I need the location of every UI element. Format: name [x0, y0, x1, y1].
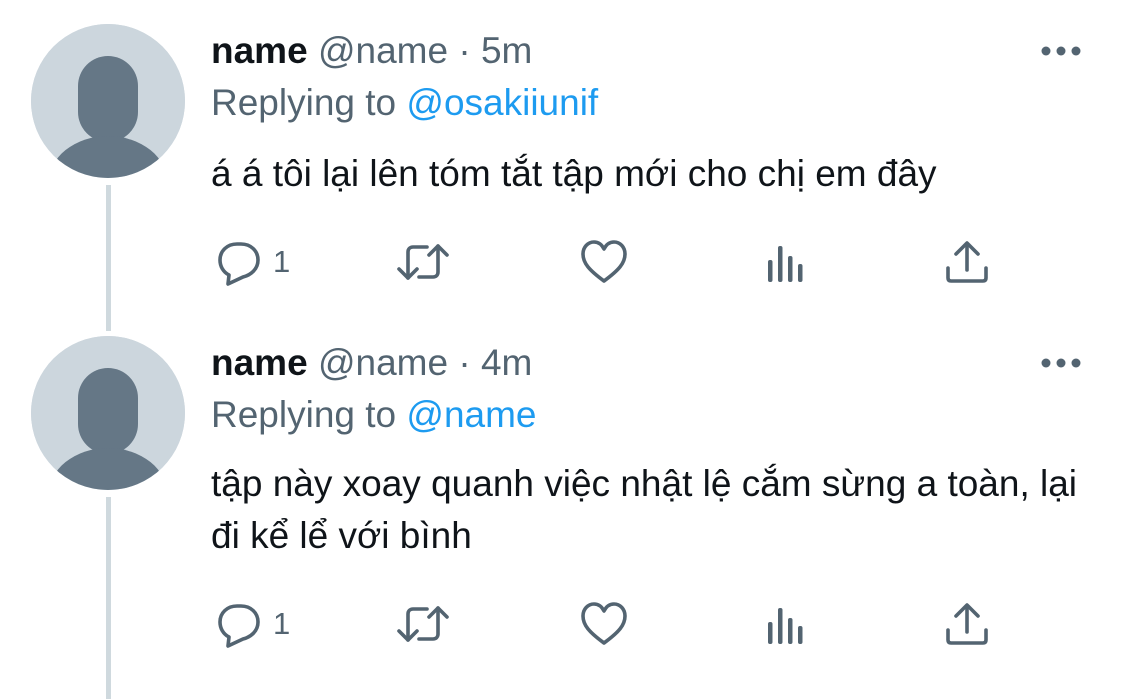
reply-button[interactable]: 1 [215, 599, 290, 649]
tweet[interactable]: name @name · 4m Replying to @name tập nà… [0, 330, 1125, 699]
reply-count: 1 [273, 244, 291, 279]
mention-link[interactable]: @name [406, 394, 536, 435]
reply-button[interactable]: 1 [215, 237, 290, 287]
tweet-header: name @name · 4m [211, 340, 532, 386]
tweet[interactable]: name @name · 5m Replying to @osakiiunif … [0, 0, 1125, 330]
share-button[interactable] [944, 237, 990, 287]
retweet-icon [397, 244, 449, 280]
tweet-header: name @name · 5m [211, 28, 532, 74]
reply-icon [218, 242, 260, 286]
more-button[interactable] [1040, 353, 1082, 373]
retweet-icon [397, 606, 449, 642]
separator-dot: · [458, 30, 471, 71]
separator-dot: · [458, 342, 471, 383]
retweet-button[interactable] [395, 237, 451, 287]
avatar[interactable] [31, 24, 185, 178]
display-name[interactable]: name [211, 342, 308, 383]
action-bar: 1 [211, 599, 1011, 649]
heart-icon [581, 240, 627, 283]
replying-prefix: Replying to [211, 82, 397, 123]
tweet-text: á á tôi lại lên tóm tắt tập mới cho chị … [211, 153, 937, 194]
analytics-button[interactable] [764, 237, 808, 287]
share-icon [946, 603, 988, 645]
action-bar: 1 [211, 237, 1011, 287]
analytics-icon [768, 246, 803, 282]
share-icon [946, 241, 988, 283]
more-button[interactable] [1040, 41, 1082, 61]
analytics-button[interactable] [764, 599, 808, 649]
replying-to: Replying to @name [211, 392, 537, 438]
tweet-text: tập này xoay quanh việc nhật lệ cắm sừng… [211, 463, 1078, 556]
default-avatar-icon [31, 24, 185, 178]
like-button[interactable] [579, 599, 629, 649]
more-dots-icon [1041, 358, 1081, 368]
avatar[interactable] [31, 336, 185, 490]
handle[interactable]: @name [318, 342, 448, 383]
display-name[interactable]: name [211, 30, 308, 71]
like-button[interactable] [579, 237, 629, 287]
default-avatar-icon [31, 336, 185, 490]
heart-icon [581, 602, 627, 645]
analytics-icon [768, 608, 803, 644]
share-button[interactable] [944, 599, 990, 649]
reply-icon [218, 604, 260, 648]
mention-link[interactable]: @osakiiunif [406, 82, 598, 123]
timestamp[interactable]: 5m [481, 30, 532, 71]
retweet-button[interactable] [395, 599, 451, 649]
more-dots-icon [1041, 46, 1081, 56]
timestamp[interactable]: 4m [481, 342, 532, 383]
handle[interactable]: @name [318, 30, 448, 71]
reply-count: 1 [273, 606, 291, 641]
replying-prefix: Replying to [211, 394, 397, 435]
replying-to: Replying to @osakiiunif [211, 80, 598, 126]
